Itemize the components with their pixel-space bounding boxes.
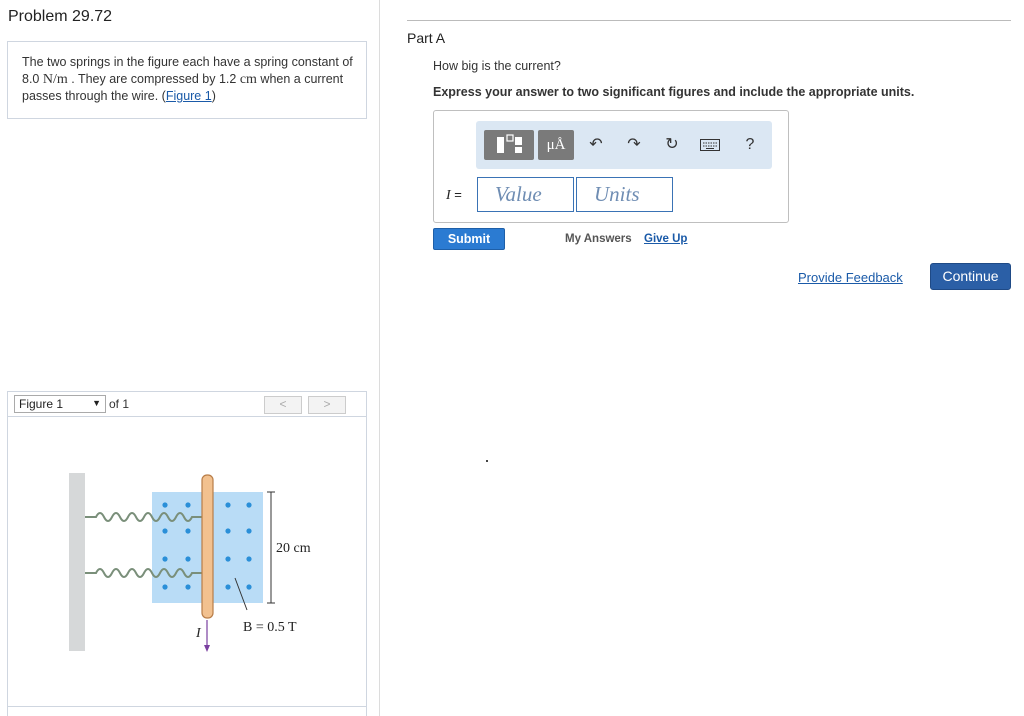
value-input[interactable]: Value: [477, 177, 574, 212]
submit-button[interactable]: Submit: [433, 228, 505, 250]
current-label: I: [195, 626, 202, 641]
wall: [69, 473, 85, 651]
figure-panel-bottom-border: [7, 706, 367, 707]
math-toolbar: μÅ ↶ ↷ ↻ ?: [476, 121, 772, 169]
dimension-label: 20 cm: [276, 541, 311, 556]
part-title: Part A: [407, 30, 446, 46]
units-input[interactable]: Units: [576, 177, 673, 212]
reset-icon[interactable]: ↻: [660, 130, 684, 160]
instruction-text: Express your answer to two significant f…: [433, 85, 915, 99]
stray-dot: [486, 460, 488, 462]
figure-count: of 1: [109, 397, 130, 411]
compression-unit: cm: [239, 72, 257, 87]
keyboard-icon[interactable]: [698, 130, 722, 160]
figure-next-button[interactable]: >: [308, 396, 346, 414]
current-wire: [201, 474, 214, 619]
give-up-link[interactable]: Give Up: [644, 233, 687, 245]
figure-prev-button[interactable]: <: [264, 396, 302, 414]
figure-select[interactable]: Figure 1 ▼: [14, 395, 106, 413]
answer-box: μÅ ↶ ↷ ↻ ? I = Value Units: [433, 110, 789, 223]
field-label: B = 0.5 T: [243, 620, 297, 635]
question-text: How big is the current?: [433, 59, 561, 73]
variable-label: I =: [446, 187, 462, 203]
provide-feedback-link[interactable]: Provide Feedback: [798, 270, 903, 285]
problem-title: Problem 29.72: [8, 8, 113, 25]
template-icon: [497, 134, 522, 153]
my-answers-link[interactable]: My Answers: [565, 233, 632, 245]
figure-link[interactable]: Figure 1: [166, 89, 212, 103]
figure-toolbar: Figure 1 ▼ of 1 < >: [8, 392, 366, 417]
spring-constant-unit: N/m: [42, 72, 68, 87]
dropdown-arrow-icon: ▼: [92, 398, 101, 408]
problem-statement: The two springs in the figure each have …: [7, 41, 367, 119]
keyboard-shape: [700, 138, 720, 151]
units-button[interactable]: μÅ: [538, 130, 574, 160]
continue-button[interactable]: Continue: [930, 263, 1011, 290]
redo-icon[interactable]: ↷: [622, 130, 646, 160]
help-icon[interactable]: ?: [738, 130, 762, 160]
spring-wire-figure: 20 cm B = 0.5 T I: [69, 473, 311, 652]
header-rule: [407, 20, 1011, 21]
undo-icon[interactable]: ↶: [584, 130, 608, 160]
templates-button[interactable]: [484, 130, 534, 160]
